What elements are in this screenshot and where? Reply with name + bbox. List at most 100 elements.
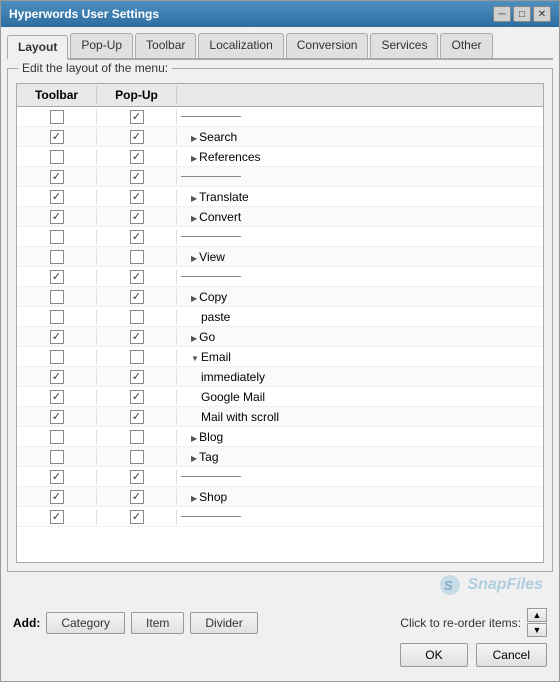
toolbar-checkbox[interactable]	[50, 250, 64, 264]
reorder-label: Click to re-order items:	[400, 616, 521, 630]
watermark: S SnapFiles	[7, 572, 553, 600]
popup-checkbox[interactable]	[130, 470, 144, 484]
ok-button[interactable]: OK	[400, 643, 467, 667]
toolbar-checkbox[interactable]	[50, 310, 64, 324]
item-button[interactable]: Item	[131, 612, 184, 634]
cell-popup	[97, 189, 177, 205]
ok-cancel-area: OK Cancel	[7, 643, 553, 675]
cell-label: Blog	[177, 429, 543, 445]
title-controls: ─ □ ✕	[493, 6, 551, 22]
popup-checkbox[interactable]	[130, 410, 144, 424]
tab-popup[interactable]: Pop-Up	[70, 33, 133, 58]
close-button[interactable]: ✕	[533, 6, 551, 22]
toolbar-checkbox[interactable]	[50, 190, 64, 204]
table-row: paste	[17, 307, 543, 327]
popup-checkbox[interactable]	[130, 150, 144, 164]
cell-popup	[97, 269, 177, 285]
popup-checkbox[interactable]	[130, 110, 144, 124]
popup-checkbox[interactable]	[130, 130, 144, 144]
col-header-label	[177, 86, 543, 104]
table-row	[17, 267, 543, 287]
popup-checkbox[interactable]	[130, 510, 144, 524]
popup-checkbox[interactable]	[130, 270, 144, 284]
cell-toolbar	[17, 229, 97, 245]
tab-services[interactable]: Services	[370, 33, 438, 58]
toolbar-checkbox[interactable]	[50, 410, 64, 424]
toolbar-checkbox[interactable]	[50, 470, 64, 484]
popup-checkbox[interactable]	[130, 350, 144, 364]
add-label: Add:	[13, 616, 40, 630]
popup-checkbox[interactable]	[130, 190, 144, 204]
toolbar-checkbox[interactable]	[50, 210, 64, 224]
table-row: Email	[17, 347, 543, 367]
table-row	[17, 467, 543, 487]
toolbar-checkbox[interactable]	[50, 390, 64, 404]
arrow-right-icon	[191, 430, 199, 444]
table-row: Blog	[17, 427, 543, 447]
toolbar-checkbox[interactable]	[50, 110, 64, 124]
cell-label: Translate	[177, 189, 543, 205]
toolbar-checkbox[interactable]	[50, 370, 64, 384]
divider-button[interactable]: Divider	[190, 612, 257, 634]
cell-popup	[97, 429, 177, 445]
toolbar-checkbox[interactable]	[50, 230, 64, 244]
popup-checkbox[interactable]	[130, 230, 144, 244]
toolbar-checkbox[interactable]	[50, 270, 64, 284]
popup-checkbox[interactable]	[130, 370, 144, 384]
toolbar-checkbox[interactable]	[50, 350, 64, 364]
toolbar-checkbox[interactable]	[50, 150, 64, 164]
cell-popup	[97, 149, 177, 165]
cell-popup	[97, 469, 177, 485]
cancel-button[interactable]: Cancel	[476, 643, 547, 667]
toolbar-checkbox[interactable]	[50, 490, 64, 504]
tab-other[interactable]: Other	[440, 33, 492, 58]
cell-label: Go	[177, 329, 543, 345]
separator-line	[181, 276, 241, 277]
tab-localization[interactable]: Localization	[198, 33, 283, 58]
popup-checkbox[interactable]	[130, 450, 144, 464]
toolbar-checkbox[interactable]	[50, 450, 64, 464]
tab-layout[interactable]: Layout	[7, 35, 68, 60]
toolbar-checkbox[interactable]	[50, 170, 64, 184]
svg-text:S: S	[444, 578, 453, 593]
popup-checkbox[interactable]	[130, 170, 144, 184]
table-header: Toolbar Pop-Up	[17, 84, 543, 107]
cell-toolbar	[17, 269, 97, 285]
maximize-button[interactable]: □	[513, 6, 531, 22]
table-row: immediately	[17, 367, 543, 387]
popup-checkbox[interactable]	[130, 390, 144, 404]
toolbar-checkbox[interactable]	[50, 330, 64, 344]
cell-popup	[97, 249, 177, 265]
cell-popup	[97, 129, 177, 145]
popup-checkbox[interactable]	[130, 290, 144, 304]
toolbar-checkbox[interactable]	[50, 130, 64, 144]
popup-checkbox[interactable]	[130, 310, 144, 324]
tab-toolbar[interactable]: Toolbar	[135, 33, 196, 58]
reorder-up-button[interactable]: ▲	[527, 608, 547, 622]
toolbar-checkbox[interactable]	[50, 430, 64, 444]
cell-popup	[97, 369, 177, 385]
cell-label: Mail with scroll	[177, 409, 543, 425]
reorder-section: Click to re-order items: ▲ ▼	[400, 608, 547, 637]
cell-popup	[97, 229, 177, 245]
category-button[interactable]: Category	[46, 612, 125, 634]
popup-checkbox[interactable]	[130, 250, 144, 264]
tab-conversion[interactable]: Conversion	[286, 33, 369, 58]
cell-label: Copy	[177, 289, 543, 305]
separator-line	[181, 116, 241, 117]
cell-toolbar	[17, 449, 97, 465]
cell-label: immediately	[177, 369, 543, 385]
watermark-text: SnapFiles	[467, 576, 543, 593]
popup-checkbox[interactable]	[130, 430, 144, 444]
popup-checkbox[interactable]	[130, 210, 144, 224]
minimize-button[interactable]: ─	[493, 6, 511, 22]
toolbar-checkbox[interactable]	[50, 290, 64, 304]
table-scroll-area[interactable]: Search References	[17, 107, 543, 562]
popup-checkbox[interactable]	[130, 490, 144, 504]
popup-checkbox[interactable]	[130, 330, 144, 344]
reorder-down-button[interactable]: ▼	[527, 623, 547, 637]
table-row: Copy	[17, 287, 543, 307]
toolbar-checkbox[interactable]	[50, 510, 64, 524]
cell-label: Tag	[177, 449, 543, 465]
reorder-buttons: ▲ ▼	[527, 608, 547, 637]
